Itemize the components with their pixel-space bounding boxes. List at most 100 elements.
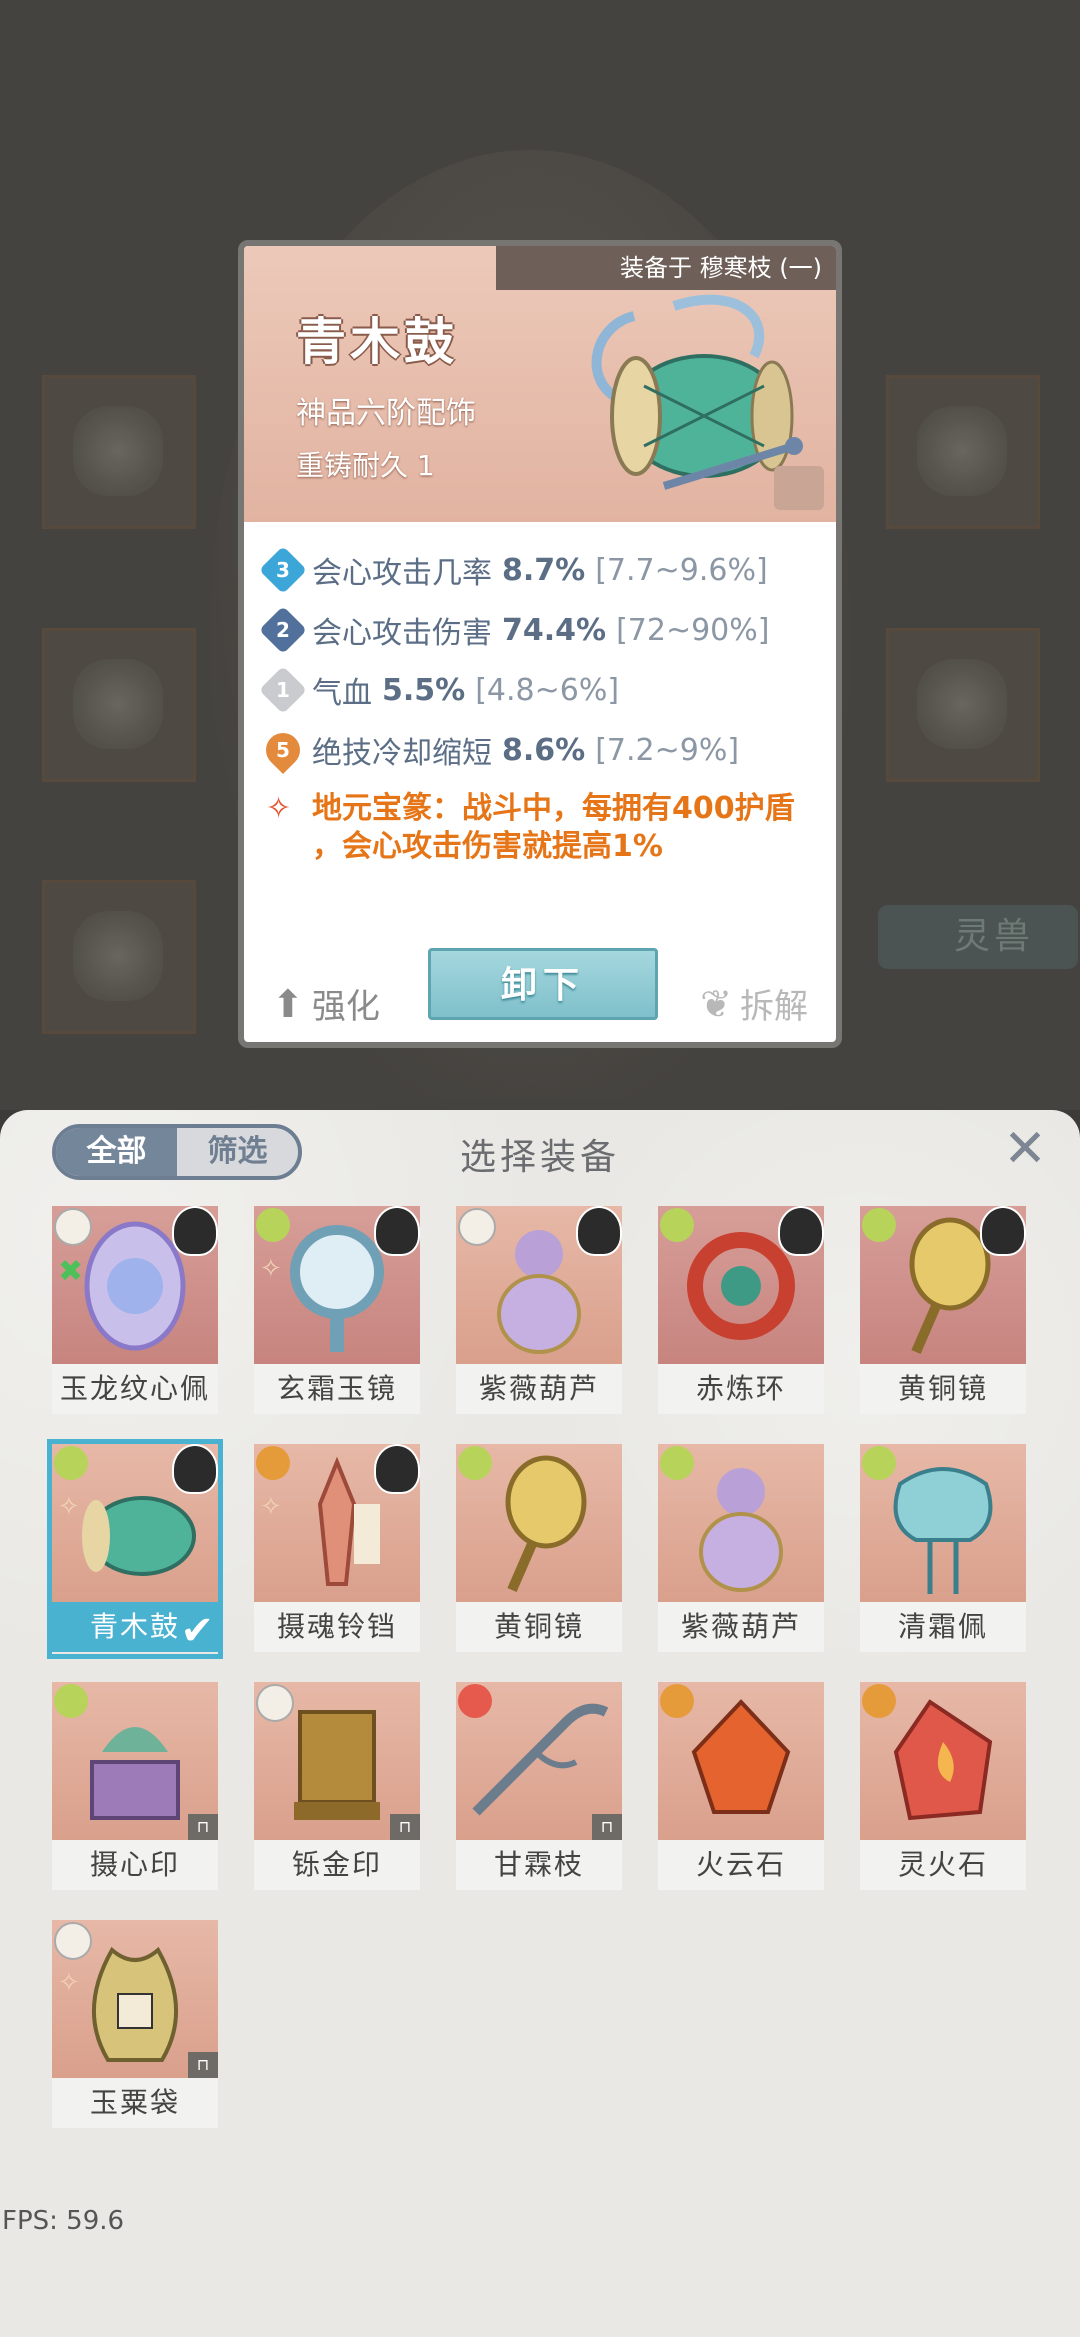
- equip-slot-talisman: [886, 628, 1040, 782]
- equipment-select-panel: 全部 筛选 选择装备 ✕ ✖ 玉龙纹心佩 ✧ 玄霜玉镜 紫薇葫芦 赤炼环 黄铜镜…: [0, 1110, 1080, 2337]
- owner-avatar: [172, 1444, 218, 1494]
- equip-slot-accessory: [886, 375, 1040, 529]
- item-tile[interactable]: ⊓ 甘霖枝: [456, 1682, 622, 1892]
- rank-badge-icon: 3: [258, 545, 308, 595]
- stat-row: 1 气血 5.5% [4.8~6%]: [258, 660, 826, 720]
- lock-icon: ⊓: [592, 1814, 622, 1840]
- set-skill: ✧ 地元宝篆：战斗中，每拥有400护盾 ，会心攻击伤害就提高1%: [266, 790, 826, 866]
- dismantle-button[interactable]: ❦ 拆解: [700, 979, 808, 1028]
- rank-badge-icon: 1: [258, 665, 308, 715]
- item-tile[interactable]: 黄铜镜: [860, 1206, 1026, 1416]
- up-arrow-icon: ⬆: [272, 981, 304, 1026]
- item-label: 摄心印: [52, 1840, 218, 1890]
- fps-counter: FPS: 59.6: [2, 2206, 125, 2236]
- owner-avatar: [374, 1444, 420, 1494]
- element-icon: [256, 1446, 290, 1480]
- item-tile[interactable]: ✖ 玉龙纹心佩: [52, 1206, 218, 1416]
- item-grade: 神品六阶配饰: [296, 396, 476, 431]
- item-label: 玄霜玉镜: [254, 1364, 420, 1414]
- stat-row: 2 会心攻击伤害 74.4% [72~90%]: [258, 600, 826, 660]
- item-tile[interactable]: 紫薇葫芦: [658, 1444, 824, 1654]
- stat-range: [7.2~9%]: [595, 732, 740, 768]
- item-tile[interactable]: ✧ 玄霜玉镜: [254, 1206, 420, 1416]
- item-label: 甘霖枝: [456, 1840, 622, 1890]
- element-icon: [458, 1446, 492, 1480]
- item-label: 铄金印: [254, 1840, 420, 1890]
- item-tile[interactable]: ✧ 摄魂铃铛: [254, 1444, 420, 1654]
- element-icon: [54, 1208, 92, 1246]
- item-tile[interactable]: 紫薇葫芦: [456, 1206, 622, 1416]
- item-tile[interactable]: ⊓ 摄心印: [52, 1682, 218, 1892]
- owner-avatar: [980, 1206, 1026, 1256]
- checkmark-icon: ✔: [180, 1608, 214, 1654]
- element-icon: [660, 1446, 694, 1480]
- element-icon: [660, 1208, 694, 1242]
- lock-icon: ⊓: [188, 1814, 218, 1840]
- item-label: 玉粟袋: [52, 2078, 218, 2128]
- equipped-on-label: 装备于 穆寒枝 (一): [496, 246, 836, 290]
- element-icon: [862, 1446, 896, 1480]
- item-name: 青木鼓: [296, 313, 458, 371]
- item-tile-selected[interactable]: ✧ 青木鼓 ✔: [47, 1439, 223, 1659]
- item-tile[interactable]: 灵火石: [860, 1682, 1026, 1892]
- set-mark-icon: ✧: [58, 1492, 80, 1522]
- equip-slot-boots: [42, 880, 196, 1034]
- strengthen-label: 强化: [311, 987, 380, 1027]
- stat-value: 5.5%: [382, 672, 466, 708]
- stat-value: 8.6%: [502, 732, 586, 768]
- item-label: 灵火石: [860, 1840, 1026, 1890]
- set-mark-icon: ✖: [58, 1254, 84, 1289]
- item-label: 紫薇葫芦: [658, 1602, 824, 1652]
- stat-row: 5 绝技冷却缩短 8.6% [7.2~9%]: [258, 720, 826, 780]
- set-mark-icon: ✧: [260, 1254, 282, 1284]
- item-label: 赤炼环: [658, 1364, 824, 1414]
- panel-title: 选择装备: [459, 1137, 620, 1178]
- item-tile[interactable]: 黄铜镜: [456, 1444, 622, 1654]
- lock-icon: ⊓: [188, 2052, 218, 2078]
- lock-icon: ⊓: [390, 1814, 420, 1840]
- item-tile[interactable]: 赤炼环: [658, 1206, 824, 1416]
- spirit-beast-button: 灵兽: [878, 905, 1078, 969]
- stat-range: [7.7~9.6%]: [595, 552, 768, 588]
- element-icon: [256, 1684, 294, 1722]
- set-skill-icon: ✧: [266, 791, 292, 826]
- item-label: 火云石: [658, 1840, 824, 1890]
- strengthen-button[interactable]: ⬆ 强化: [272, 979, 380, 1028]
- owner-avatar: [172, 1206, 218, 1256]
- item-label: 黄铜镜: [456, 1602, 622, 1652]
- lock-icon[interactable]: [774, 466, 824, 510]
- item-label: 摄魂铃铛: [254, 1602, 420, 1652]
- owner-avatar: [778, 1206, 824, 1256]
- item-label: 清霜佩: [860, 1602, 1026, 1652]
- stat-name: 气血: [312, 676, 372, 711]
- item-label: 黄铜镜: [860, 1364, 1026, 1414]
- close-icon[interactable]: ✕: [1000, 1123, 1050, 1175]
- item-tile[interactable]: ⊓ 铄金印: [254, 1682, 420, 1892]
- dismantle-label: 拆解: [740, 987, 808, 1027]
- element-icon: [54, 1446, 88, 1480]
- rank-badge-icon: 2: [258, 605, 308, 655]
- item-durability: 重铸耐久 1: [296, 449, 435, 482]
- unequip-button[interactable]: 卸下: [428, 948, 658, 1020]
- stat-range: [72~90%]: [616, 612, 770, 648]
- item-label: 紫薇葫芦: [456, 1364, 622, 1414]
- element-icon: [458, 1208, 496, 1246]
- stat-list: 3 会心攻击几率 8.7% [7.7~9.6%] 2 会心攻击伤害 74.4% …: [258, 540, 826, 866]
- item-tile[interactable]: ✧ ⊓ 玉粟袋: [52, 1920, 218, 2130]
- set-mark-icon: ✧: [260, 1492, 282, 1522]
- element-icon: [862, 1684, 896, 1718]
- stat-row: 3 会心攻击几率 8.7% [7.7~9.6%]: [258, 540, 826, 600]
- element-icon: [54, 1922, 92, 1960]
- equip-slot-armor: [42, 628, 196, 782]
- item-tile[interactable]: 清霜佩: [860, 1444, 1026, 1654]
- stat-name: 会心攻击伤害: [312, 616, 492, 651]
- item-label: 玉龙纹心佩: [52, 1364, 218, 1414]
- stat-value: 74.4%: [502, 612, 607, 648]
- owner-avatar: [374, 1206, 420, 1256]
- stat-range: [4.8~6%]: [475, 672, 620, 708]
- item-tile[interactable]: 火云石: [658, 1682, 824, 1892]
- feather-icon: ❦: [700, 981, 732, 1026]
- set-skill-line2: ，会心攻击伤害就提高1%: [312, 829, 663, 864]
- item-detail-card: 装备于 穆寒枝 (一) 青木鼓 神品六阶配饰 重铸耐久 1 3 会心攻击几率 8…: [238, 240, 842, 1048]
- stat-value: 8.7%: [502, 552, 586, 588]
